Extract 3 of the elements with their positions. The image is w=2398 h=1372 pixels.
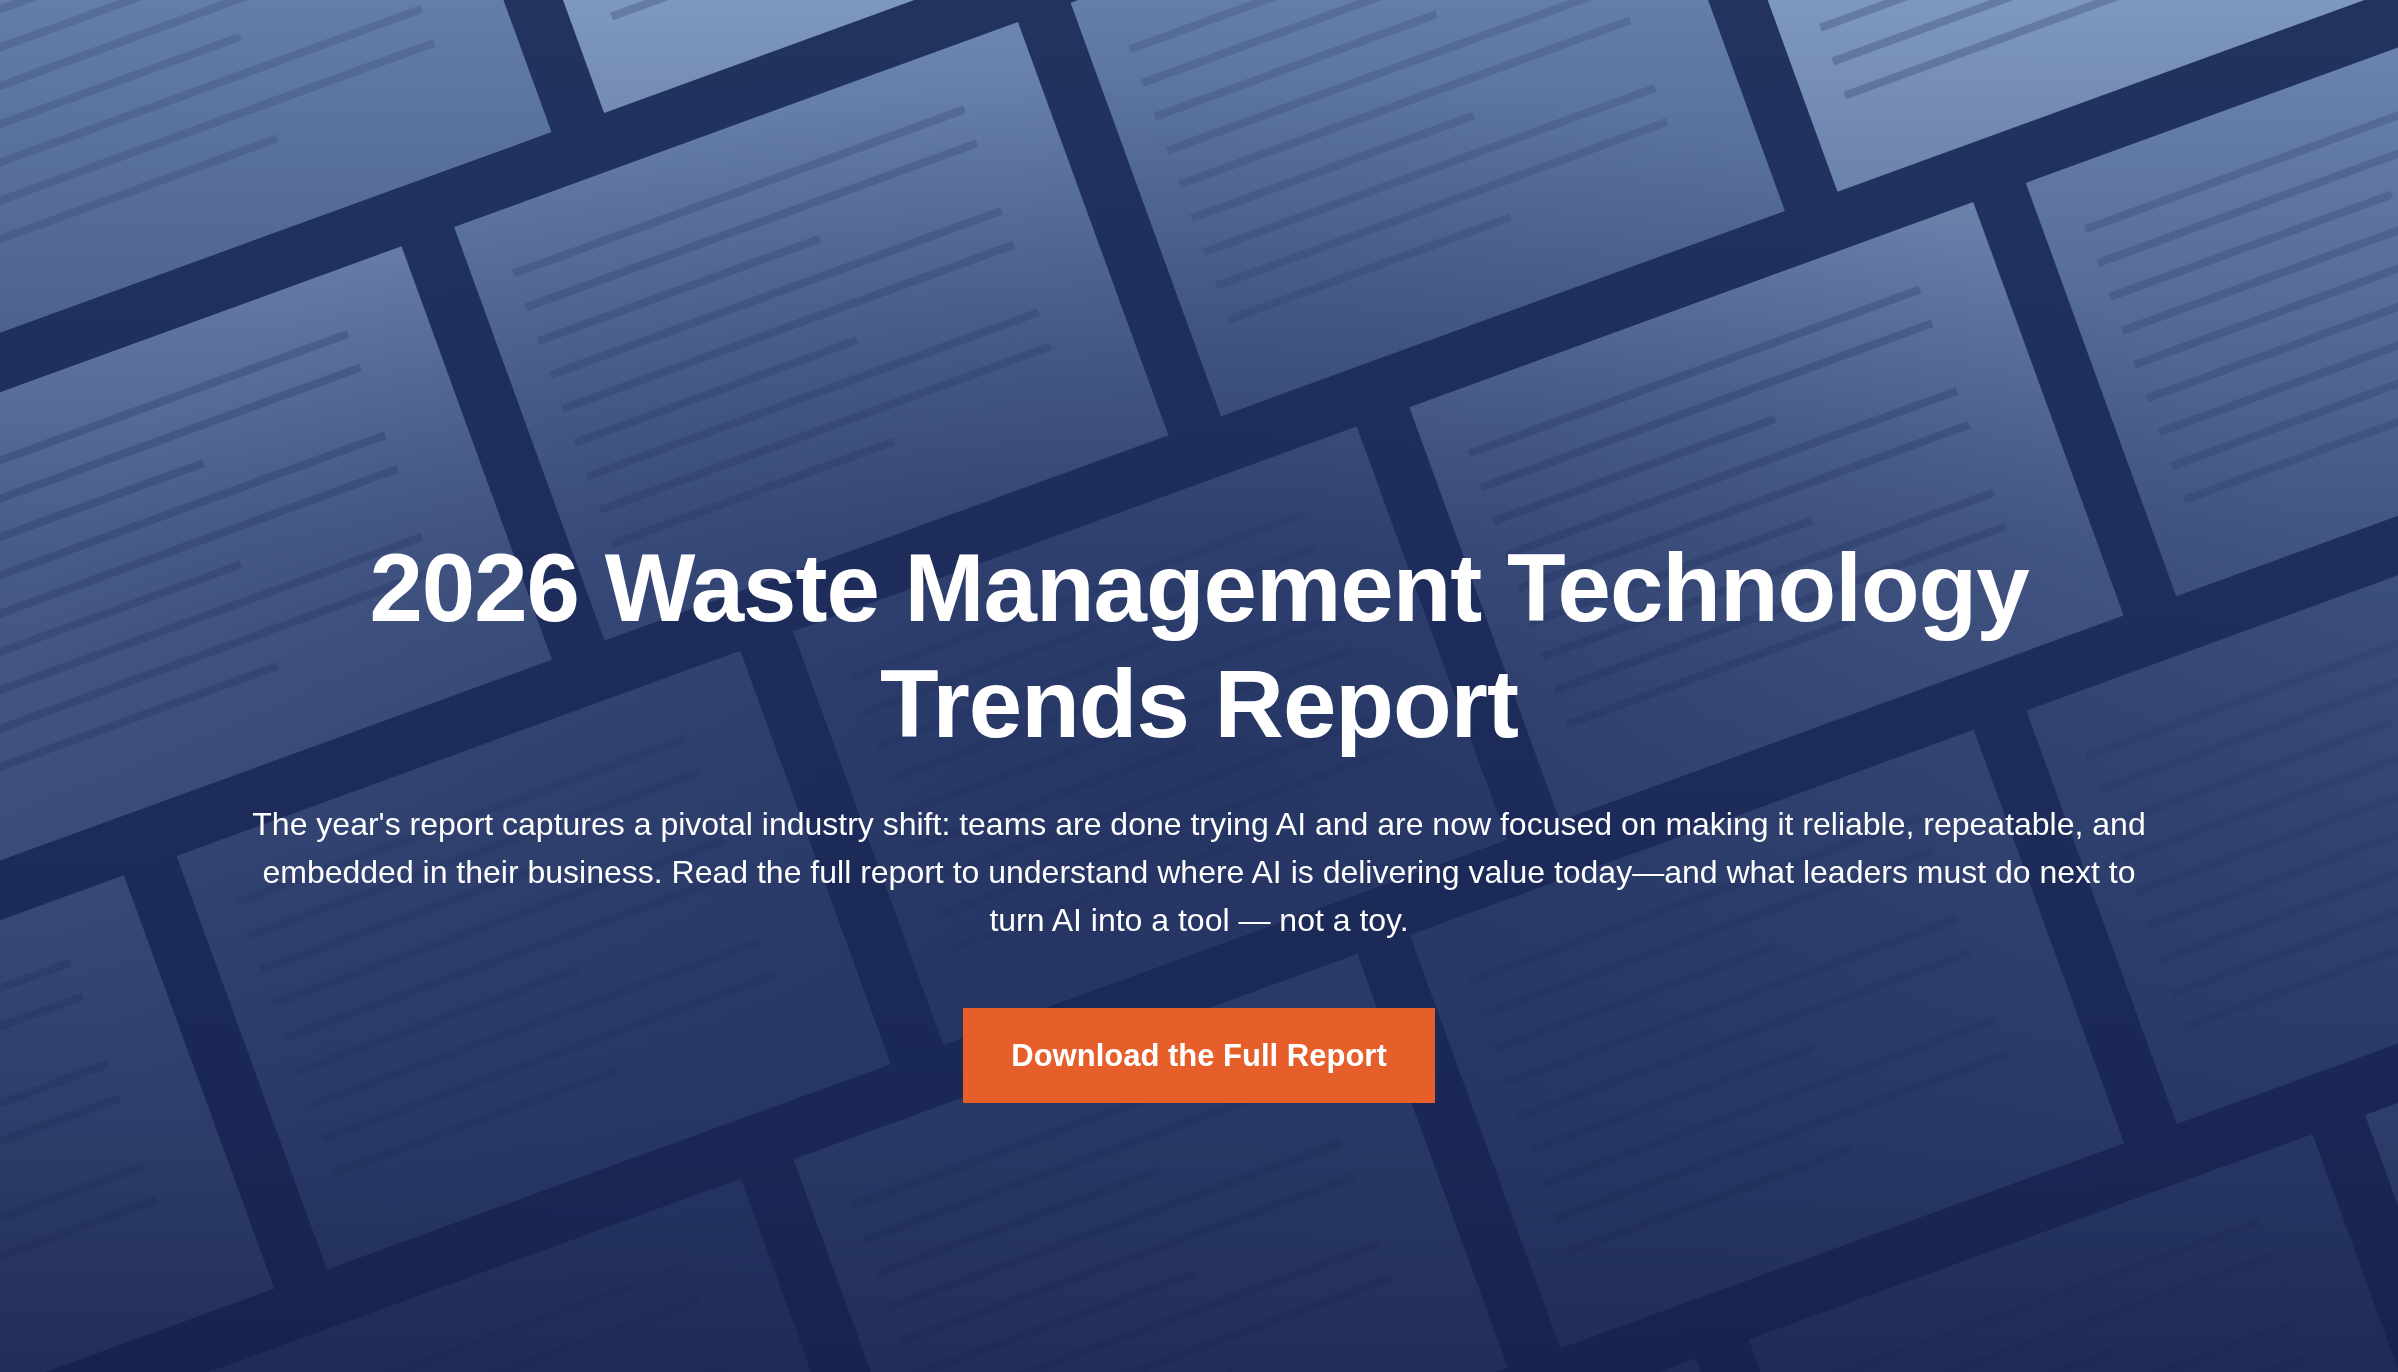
download-report-button[interactable]: Download the Full Report <box>963 1008 1435 1103</box>
hero-description: The year's report captures a pivotal industry shift: teams are done trying AI and are now focused on making it reliable, repeatable, and embedded in their business. Read the full report to understand where AI is delivering value today—and what leaders must do next to turn AI into a tool — not a toy. <box>251 805 2147 940</box>
hero-title: 2026 Waste Management Technology Trends Report <box>368 533 2030 759</box>
